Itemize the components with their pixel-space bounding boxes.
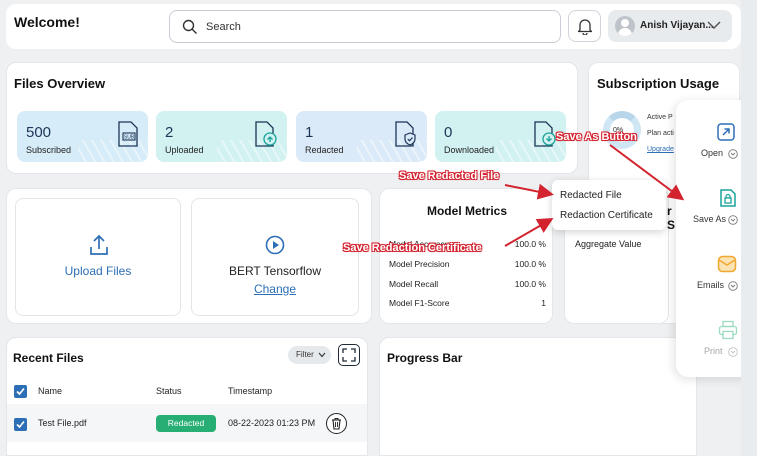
arrow-save-as <box>609 144 685 201</box>
annotation-save-as-button: Save As Button <box>556 131 637 143</box>
annotation-arrows <box>504 144 685 247</box>
annotation-save-redacted-file: Save Redacted File <box>399 170 500 182</box>
arrow-redacted-file <box>504 183 554 200</box>
arrow-redaction-certificate <box>504 217 554 247</box>
annotation-save-redaction-certificate: Save Redaction Certificate <box>343 242 482 254</box>
